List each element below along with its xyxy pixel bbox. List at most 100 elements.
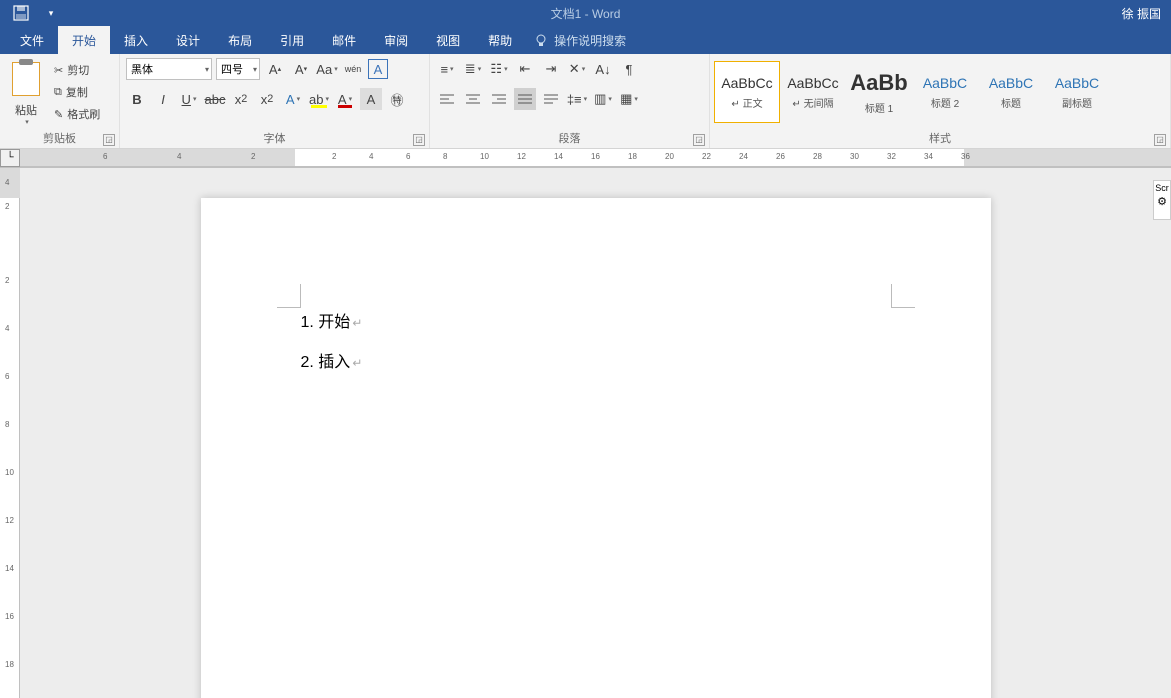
text-effects-button[interactable]: A▾ xyxy=(282,88,304,110)
numbering-button[interactable]: ≣▾ xyxy=(462,58,484,80)
underline-button[interactable]: U▾ xyxy=(178,88,200,110)
bold-button[interactable]: B xyxy=(126,88,148,110)
style-preview: AaBbC xyxy=(923,75,967,91)
highlight-button[interactable]: ab▾ xyxy=(308,88,330,110)
style-preview: AaBbC xyxy=(1055,75,1099,91)
clipboard-icon xyxy=(12,62,40,96)
group-styles: AaBbCc↵ 正文AaBbCc↵ 无间隔AaBb标题 1AaBbC标题 2Aa… xyxy=(710,54,1171,148)
sort-button[interactable]: A↓ xyxy=(592,58,614,80)
style-item[interactable]: AaBbC副标题 xyxy=(1044,61,1110,123)
show-marks-button[interactable]: ¶ xyxy=(618,58,640,80)
bullets-button[interactable]: ≡▾ xyxy=(436,58,458,80)
lightbulb-icon xyxy=(534,33,548,47)
group-font: 黑体▾ 四号▾ A▴ A▾ Aa▾ wén A B I U▾ abc x2 x2… xyxy=(120,54,430,148)
strikethrough-button[interactable]: abc xyxy=(204,88,226,110)
cut-button[interactable]: ✂剪切 xyxy=(54,60,100,80)
align-left-button[interactable] xyxy=(436,88,458,110)
list-text[interactable]: 插入 xyxy=(318,354,350,371)
style-preview: AaBbC xyxy=(989,75,1033,91)
group-label-font: 字体 xyxy=(264,133,286,145)
change-case-button[interactable]: Aa▾ xyxy=(316,58,338,80)
group-clipboard: 粘贴 ▾ ✂剪切 ⧉复制 ✎格式刷 剪贴板 ◲ xyxy=(0,54,120,148)
shading-button[interactable]: ▥▾ xyxy=(592,88,614,110)
enclose-chars-button[interactable]: ㊕ xyxy=(386,88,408,110)
group-label-clipboard: 剪贴板 xyxy=(43,133,76,145)
font-size-combo[interactable]: 四号▾ xyxy=(216,58,260,80)
font-launcher[interactable]: ◲ xyxy=(413,134,425,146)
distributed-button[interactable] xyxy=(540,88,562,110)
tab-insert[interactable]: 插入 xyxy=(110,26,162,54)
line-spacing-button[interactable]: ‡≡▾ xyxy=(566,88,588,110)
style-name: 标题 1 xyxy=(865,100,893,115)
style-preview: AaBb xyxy=(850,70,907,96)
format-painter-button[interactable]: ✎格式刷 xyxy=(54,104,100,124)
grow-font-button[interactable]: A▴ xyxy=(264,58,286,80)
style-item[interactable]: AaBbC 标题 xyxy=(978,61,1044,123)
side-panel-toggle[interactable]: Scr ⚙ xyxy=(1153,180,1171,220)
style-name: 标题 xyxy=(1001,95,1021,110)
increase-indent-button[interactable]: ⇥ xyxy=(540,58,562,80)
list-number: 1. xyxy=(301,314,319,331)
group-label-styles: 样式 xyxy=(929,133,951,145)
decrease-indent-button[interactable]: ⇤ xyxy=(514,58,536,80)
list-item[interactable]: 2. 插入↵ xyxy=(301,348,891,372)
superscript-button[interactable]: x2 xyxy=(256,88,278,110)
character-border-button[interactable]: A xyxy=(368,59,388,79)
save-icon[interactable] xyxy=(8,0,34,26)
document-title: 文档1 - Word xyxy=(551,5,621,22)
group-paragraph: ≡▾ ≣▾ ☷▾ ⇤ ⇥ ✕▾ A↓ ¶ ‡≡▾ ▥▾ ▦▾ 段落◲ xyxy=(430,54,710,148)
document-canvas[interactable]: 1. 开始↵ 2. 插入↵ xyxy=(20,168,1171,698)
page[interactable]: 1. 开始↵ 2. 插入↵ xyxy=(201,198,991,698)
cropmark-icon xyxy=(891,284,915,308)
tab-selector[interactable]: └ xyxy=(0,149,20,167)
clipboard-launcher[interactable]: ◲ xyxy=(103,134,115,146)
title-bar: ▾ 文档1 - Word 徐 振国 xyxy=(0,0,1171,26)
tell-me[interactable]: 操作说明搜索 xyxy=(534,32,626,49)
styles-gallery[interactable]: AaBbCc↵ 正文AaBbCc↵ 无间隔AaBb标题 1AaBbC标题 2Aa… xyxy=(714,58,1110,126)
align-center-button[interactable] xyxy=(462,88,484,110)
list-text[interactable]: 开始 xyxy=(318,314,350,331)
paste-label: 粘贴 xyxy=(15,102,37,118)
brush-icon: ✎ xyxy=(54,108,63,121)
scissors-icon: ✂ xyxy=(54,64,63,77)
style-item[interactable]: AaBbCc↵ 正文 xyxy=(714,61,780,123)
align-right-button[interactable] xyxy=(488,88,510,110)
shrink-font-button[interactable]: A▾ xyxy=(290,58,312,80)
font-color-button[interactable]: A▾ xyxy=(334,88,356,110)
paste-button[interactable]: 粘贴 ▾ xyxy=(6,58,46,126)
tab-help[interactable]: 帮助 xyxy=(474,26,526,54)
subscript-button[interactable]: x2 xyxy=(230,88,252,110)
italic-button[interactable]: I xyxy=(152,88,174,110)
styles-launcher[interactable]: ◲ xyxy=(1154,134,1166,146)
font-name-combo[interactable]: 黑体▾ xyxy=(126,58,212,80)
list-item[interactable]: 1. 开始↵ xyxy=(301,308,891,332)
style-item[interactable]: AaBbCc↵ 无间隔 xyxy=(780,61,846,123)
tab-home[interactable]: 开始 xyxy=(58,26,110,54)
work-area: 4224681012141618 1. 开始↵ 2. 插入↵ xyxy=(0,168,1171,698)
tab-references[interactable]: 引用 xyxy=(266,26,318,54)
tab-review[interactable]: 审阅 xyxy=(370,26,422,54)
style-name: 标题 2 xyxy=(931,95,959,110)
paragraph-launcher[interactable]: ◲ xyxy=(693,134,705,146)
tab-design[interactable]: 设计 xyxy=(162,26,214,54)
tab-view[interactable]: 视图 xyxy=(422,26,474,54)
phonetic-guide-button[interactable]: wén xyxy=(342,58,364,80)
paragraph-mark-icon: ↵ xyxy=(352,316,362,330)
tab-file[interactable]: 文件 xyxy=(6,26,58,54)
character-shading-button[interactable]: A xyxy=(360,88,382,110)
multilevel-button[interactable]: ☷▾ xyxy=(488,58,510,80)
ribbon-tabs: 文件 开始 插入 设计 布局 引用 邮件 审阅 视图 帮助 操作说明搜索 xyxy=(0,26,1171,54)
borders-button[interactable]: ▦▾ xyxy=(618,88,640,110)
gear-icon: ⚙ xyxy=(1154,195,1170,208)
user-name[interactable]: 徐 振国 xyxy=(1122,5,1161,22)
qat-customize-icon[interactable]: ▾ xyxy=(38,0,64,26)
vertical-ruler[interactable]: 4224681012141618 xyxy=(0,168,20,698)
justify-button[interactable] xyxy=(514,88,536,110)
asian-layout-button[interactable]: ✕▾ xyxy=(566,58,588,80)
horizontal-ruler[interactable]: 64224681012141618202224262830323436 xyxy=(20,149,1171,167)
style-item[interactable]: AaBbC 标题 2 xyxy=(912,61,978,123)
tab-mailings[interactable]: 邮件 xyxy=(318,26,370,54)
copy-button[interactable]: ⧉复制 xyxy=(54,82,100,102)
style-item[interactable]: AaBb 标题 1 xyxy=(846,61,912,123)
tab-layout[interactable]: 布局 xyxy=(214,26,266,54)
